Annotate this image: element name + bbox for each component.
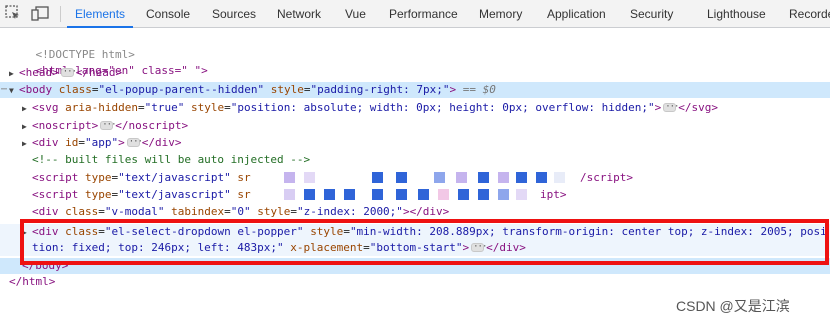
tab-network[interactable]: Network <box>277 0 321 28</box>
svg-open-tag: <svg <box>32 101 59 114</box>
modal-tabindex-attr: tabindex <box>171 205 225 218</box>
script-open-tag: <script <box>32 171 79 184</box>
script-type-value: "text/javascript" <box>118 171 231 184</box>
selected-node-marker: == $0 <box>462 83 496 96</box>
popper-class-value: "el-select-dropdown el-popper" <box>104 225 304 238</box>
script-src-attr: sr <box>237 188 251 201</box>
tab-sources[interactable]: Sources <box>212 0 256 28</box>
app-close-tag: </div> <box>141 136 182 149</box>
script-close-tag: /script> <box>580 171 633 184</box>
expand-arrow-icon[interactable]: ▶ <box>22 136 32 152</box>
expand-arrow-icon[interactable]: ▶ <box>22 119 32 135</box>
collapsed-ellipsis-icon[interactable] <box>663 99 678 115</box>
more-actions-icon[interactable]: ⋯ <box>1 82 7 98</box>
noscript-open-tag: <noscript> <box>32 119 99 132</box>
tab-recorder[interactable]: Recorder <box>789 0 830 28</box>
svg-node[interactable]: ▶ <svg aria-hidden="true" style="position… <box>0 99 830 117</box>
script-type-attr: type <box>84 171 112 184</box>
modal-style-value: "z-index: 2000;" <box>296 205 403 218</box>
body-style-attr: style <box>270 83 304 96</box>
html-close-tag: </html> <box>9 275 56 288</box>
popper-close-tag: </div> <box>486 241 526 254</box>
redaction-mosaic <box>284 170 574 204</box>
head-close-tag: </head> <box>75 66 123 79</box>
tab-console[interactable]: Console <box>146 0 190 28</box>
dom-tree: <!DOCTYPE html> <html lang="en" class=" … <box>0 28 830 323</box>
modal-class-attr: class <box>65 205 99 218</box>
popper-open-tag: <div <box>32 225 59 238</box>
devtools-toolbar: Elements Console Sources Network Vue Per… <box>0 0 830 28</box>
popper-placement-value: "bottom-start" <box>369 241 463 254</box>
svg-close-tag: </svg> <box>678 101 718 114</box>
comment-node[interactable]: <!-- built files will be auto injected -… <box>0 152 830 168</box>
modal-style-attr: style <box>257 205 291 218</box>
html-node[interactable]: <html lang="en" class=" "> <box>0 47 830 77</box>
body-style-value: "padding-right: 7px;" <box>310 83 450 96</box>
popper-style-value-1: "min-width: 208.889px; transform-origin:… <box>349 225 827 238</box>
tab-memory[interactable]: Memory <box>479 0 522 28</box>
toolbar-separator <box>60 6 61 22</box>
noscript-close-tag: </noscript> <box>115 119 189 132</box>
svg-aria-attr: aria-hidden <box>65 101 138 114</box>
collapsed-ellipsis-icon[interactable] <box>126 134 142 150</box>
script-type-attr: type <box>84 188 112 201</box>
app-open-tag: <div <box>32 136 59 149</box>
noscript-node[interactable]: ▶<noscript> </noscript> <box>0 117 830 135</box>
popper-node-wrap[interactable]: tion: fixed; top: 246px; left: 483px;" x… <box>0 239 830 256</box>
body-class-value: "el-popup-parent--hidden" <box>98 83 265 96</box>
build-comment: <!-- built files will be auto injected -… <box>32 153 311 166</box>
body-tag-name: body <box>25 83 53 96</box>
body-close-node[interactable]: </body> <box>0 258 830 274</box>
body-class-attr: class <box>58 83 92 96</box>
head-node[interactable]: ▶<head> </head> <box>0 64 830 82</box>
expand-arrow-icon[interactable]: ▶ <box>9 66 19 82</box>
body-node[interactable]: ⋯ ▼ <body class="el-popup-parent--hidden" … <box>0 82 830 98</box>
popper-placement-attr: x-placement <box>290 241 364 254</box>
script-type-value: "text/javascript" <box>118 188 231 201</box>
collapsed-ellipsis-icon[interactable] <box>100 117 115 133</box>
collapsed-ellipsis-icon[interactable] <box>471 239 486 255</box>
doctype-line[interactable]: <!DOCTYPE html> <box>0 31 830 61</box>
collapse-arrow-icon[interactable]: ▼ <box>9 83 19 99</box>
modal-open-tag: <div <box>32 205 59 218</box>
tab-lighthouse[interactable]: Lighthouse <box>707 0 766 28</box>
app-id-value: "app" <box>85 136 119 149</box>
tab-elements[interactable]: Elements <box>66 0 134 28</box>
tab-vue[interactable]: Vue <box>345 0 366 28</box>
app-div-node[interactable]: ▶<div id="app"></div> <box>0 134 830 152</box>
expand-arrow-icon[interactable]: ▶ <box>22 225 32 241</box>
html-close-node[interactable]: </html> <box>0 274 830 290</box>
svg-aria-value: "true" <box>144 101 185 114</box>
tab-application[interactable]: Application <box>547 0 606 28</box>
script-node-1-tail: /script> <box>580 170 680 186</box>
v-modal-node[interactable]: <div class="v-modal" tabindex="0" style=… <box>0 204 830 220</box>
svg-style-value: "position: absolute; width: 0px; height:… <box>230 101 655 114</box>
popper-class-attr: class <box>65 225 99 238</box>
svg-style-attr: style <box>190 101 225 114</box>
popper-style-value-2: tion: fixed; top: 246px; left: 483px;" <box>32 241 284 254</box>
tab-security[interactable]: Security <box>630 0 673 28</box>
script-open-tag: <script <box>32 188 79 201</box>
csdn-watermark: CSDN @又是江滨 <box>676 298 790 314</box>
inspect-element-icon[interactable] <box>4 4 24 24</box>
body-close-tag: </body> <box>22 259 69 272</box>
head-open-tag: <head> <box>19 66 59 79</box>
modal-tabindex-value: "0" <box>230 205 251 218</box>
collapsed-ellipsis-icon[interactable] <box>60 64 76 80</box>
modal-class-value: "v-modal" <box>104 205 165 218</box>
popper-node[interactable]: ▶ <div class="el-select-dropdown el-poppe… <box>0 224 830 240</box>
app-id-attr: id <box>65 136 79 149</box>
tab-performance[interactable]: Performance <box>389 0 458 28</box>
popper-style-attr: style <box>310 225 344 238</box>
script-src-attr: sr <box>237 171 251 184</box>
expand-arrow-icon[interactable]: ▶ <box>22 101 32 117</box>
device-toolbar-icon[interactable] <box>30 4 50 24</box>
modal-close-tag: </div> <box>409 205 450 218</box>
